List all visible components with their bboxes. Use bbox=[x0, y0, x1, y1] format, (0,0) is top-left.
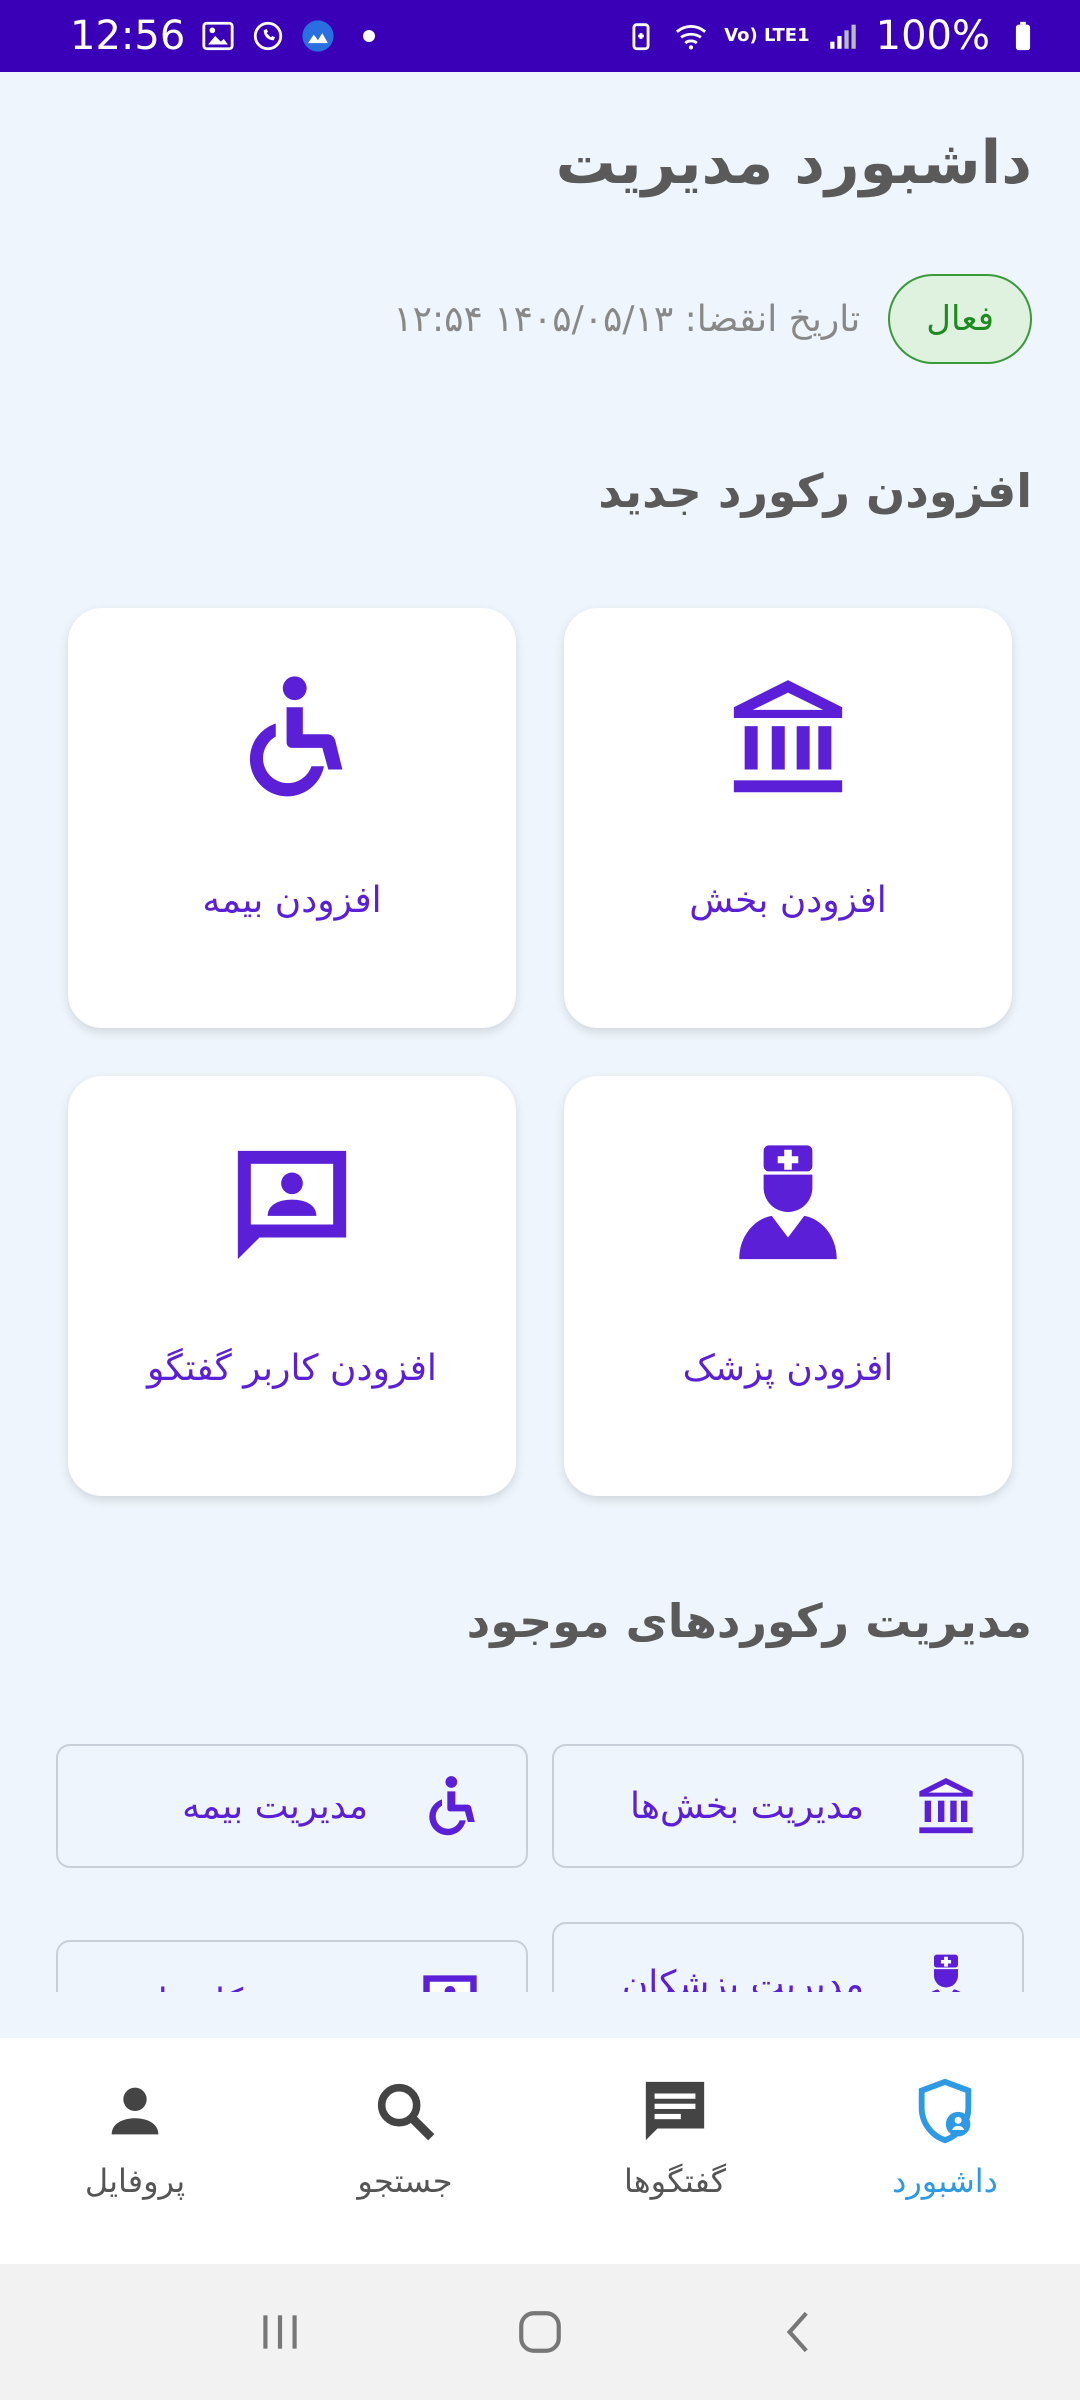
volte-label: Vo) LTE1 bbox=[724, 25, 810, 46]
status-badge: فعال bbox=[888, 274, 1032, 364]
notification-dot-icon bbox=[363, 30, 376, 42]
back-icon bbox=[786, 2311, 808, 2353]
chat-contact-icon bbox=[423, 1975, 477, 1992]
home-button[interactable] bbox=[505, 2297, 575, 2367]
status-right: Vo) LTE1 100% bbox=[624, 13, 1040, 59]
manage-doctors-button[interactable]: مدیریت پزشکان bbox=[552, 1922, 1024, 1992]
manage-departments-label: مدیریت بخش‌ها bbox=[630, 1785, 864, 1827]
manage-section-title: مدیریت رکوردهای موجود bbox=[466, 1594, 1032, 1648]
status-bar: 12:56 Vo) LTE1 100% bbox=[0, 0, 1080, 72]
doctor-icon bbox=[931, 1954, 961, 1992]
manage-departments-button[interactable]: مدیریت بخش‌ها bbox=[552, 1744, 1024, 1868]
person-icon bbox=[111, 2087, 159, 2135]
add-department-card[interactable]: افزودن بخش bbox=[564, 608, 1012, 1028]
chat-contact-icon bbox=[237, 1150, 347, 1260]
battery-saver-icon bbox=[632, 23, 650, 51]
doctor-icon bbox=[739, 1145, 837, 1260]
back-button[interactable] bbox=[765, 2297, 835, 2367]
nav-label-profile: پروفایل bbox=[84, 2162, 186, 2200]
gallery-icon bbox=[202, 21, 234, 51]
add-department-label: افزودن بخش bbox=[689, 880, 887, 921]
status-row: فعال تاریخ انقضا: ۱۴۰۵/۰۵/۱۳ ۱۲:۵۴ bbox=[393, 274, 1032, 364]
system-nav-bar bbox=[0, 2264, 1080, 2400]
add-chat-user-card[interactable]: افزودن کاربر گفتگو bbox=[68, 1076, 516, 1496]
recent-apps-button[interactable] bbox=[245, 2297, 315, 2367]
manage-buttons-list[interactable]: مدیریت بخش‌ها مدیریت بیمه مدیریت پزشکان … bbox=[0, 1730, 1080, 1992]
add-doctor-card[interactable]: افزودن پزشک bbox=[564, 1076, 1012, 1496]
search-icon bbox=[377, 2083, 435, 2141]
signal-icon bbox=[829, 24, 856, 49]
home-icon bbox=[519, 2311, 561, 2353]
wifi-icon bbox=[676, 25, 707, 50]
bottom-nav: پروفایل جستجو گفتگوها داشبورد bbox=[0, 2038, 1080, 2264]
bank-icon bbox=[733, 680, 843, 793]
chat-icon bbox=[645, 2081, 705, 2141]
nav-item-profile[interactable]: پروفایل bbox=[0, 2038, 270, 2264]
whatsapp-icon bbox=[254, 21, 283, 51]
add-insurance-label: افزودن بیمه bbox=[202, 880, 382, 921]
wheelchair-icon bbox=[429, 1776, 475, 1836]
battery-icon bbox=[1015, 21, 1031, 51]
nav-label-chats: گفتگوها bbox=[624, 2162, 726, 2200]
manage-insurance-button[interactable]: مدیریت بیمه bbox=[56, 1744, 528, 1868]
nav-label-dashboard: داشبورد bbox=[892, 2162, 998, 2200]
manage-doctors-label: مدیریت پزشکان bbox=[621, 1963, 864, 1993]
nav-item-chats[interactable]: گفتگوها bbox=[540, 2038, 810, 2264]
bank-icon bbox=[919, 1778, 973, 1834]
status-time: 12:56 bbox=[70, 13, 186, 59]
status-left: 12:56 bbox=[70, 13, 376, 59]
photos-app-icon bbox=[302, 20, 334, 52]
expiry-date: تاریخ انقضا: ۱۴۰۵/۰۵/۱۳ ۱۲:۵۴ bbox=[393, 298, 861, 340]
nav-label-search: جستجو bbox=[357, 2162, 453, 2200]
manage-users-button[interactable]: مدیریت کاربران bbox=[56, 1940, 528, 1992]
add-doctor-label: افزودن پزشک bbox=[682, 1348, 894, 1389]
nav-item-dashboard[interactable]: داشبورد bbox=[810, 2038, 1080, 2264]
manage-insurance-label: مدیریت بیمه bbox=[182, 1785, 368, 1827]
recent-apps-icon bbox=[263, 2315, 297, 2349]
manage-users-label: مدیریت کاربران bbox=[131, 1982, 368, 1993]
add-insurance-card[interactable]: افزودن بیمه bbox=[68, 608, 516, 1028]
add-chat-user-label: افزودن کاربر گفتگو bbox=[147, 1348, 437, 1389]
wheelchair-icon bbox=[249, 676, 343, 797]
admin-shield-icon bbox=[918, 2078, 972, 2144]
nav-item-search[interactable]: جستجو bbox=[270, 2038, 540, 2264]
add-section-title: افزودن رکورد جدید bbox=[598, 464, 1032, 518]
battery-percent: 100% bbox=[875, 13, 990, 59]
page-title: داشبورد مدیریت bbox=[555, 128, 1032, 198]
